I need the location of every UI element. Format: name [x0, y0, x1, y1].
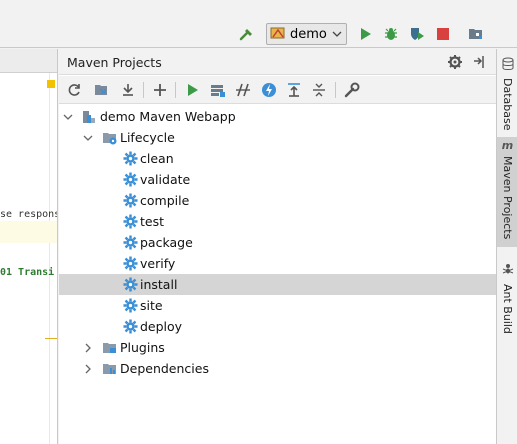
main-toolbar: demo — [0, 0, 517, 48]
maven-projects-tool-tab[interactable]: m Maven Projects — [497, 137, 517, 247]
maven-icon: m — [501, 139, 514, 152]
tree-node-goal-site[interactable]: site — [59, 295, 496, 316]
database-tool-tab[interactable]: Database — [497, 57, 517, 137]
gear-icon — [122, 151, 138, 167]
tree-node-goal-install[interactable]: install — [59, 274, 496, 295]
code-line: se respons — [0, 209, 58, 220]
execute-goal-icon[interactable] — [209, 81, 227, 99]
gear-icon — [122, 193, 138, 209]
code-line: 01 Transi — [0, 267, 55, 278]
tree-node-project[interactable]: demo Maven Webapp — [59, 106, 496, 127]
maven-project-icon — [81, 109, 97, 125]
gear-icon — [122, 319, 138, 335]
goal-label: install — [140, 277, 178, 292]
ant-build-tool-tab[interactable]: Ant Build — [497, 263, 517, 343]
show-dependencies-icon[interactable] — [285, 81, 303, 99]
panel-header: Maven Projects — [59, 49, 496, 75]
run-icon[interactable] — [357, 24, 375, 44]
editor-tab-strip — [0, 49, 57, 73]
code-editor[interactable]: se respons 01 Transi — [0, 49, 58, 444]
download-icon[interactable] — [119, 81, 137, 99]
gear-icon[interactable] — [447, 54, 463, 70]
coverage-icon[interactable] — [408, 24, 426, 44]
tree-node-lifecycle[interactable]: Lifecycle — [59, 127, 496, 148]
goal-label: test — [140, 214, 165, 229]
gear-icon — [122, 298, 138, 314]
toolbar-separator — [335, 82, 336, 98]
dependencies-folder-icon — [102, 361, 118, 377]
generate-sources-icon[interactable] — [93, 81, 111, 99]
run-configuration-dropdown[interactable]: demo — [266, 23, 347, 45]
add-icon[interactable] — [151, 81, 169, 99]
run-config-label: demo — [290, 26, 327, 42]
maven-projects-tree: demo Maven Webapp Lifecycle clean valida… — [59, 105, 496, 444]
tree-node-goal-test[interactable]: test — [59, 211, 496, 232]
database-tab-label: Database — [501, 78, 514, 131]
lifecycle-folder-icon — [102, 130, 118, 146]
database-icon — [502, 57, 514, 74]
panel-title: Maven Projects — [67, 55, 162, 70]
gear-icon — [122, 235, 138, 251]
caret-underline — [45, 338, 57, 339]
goal-label: compile — [140, 193, 190, 208]
tree-node-dependencies[interactable]: Dependencies — [59, 358, 496, 379]
goal-label: validate — [140, 172, 191, 187]
highlighted-line — [0, 221, 57, 243]
tree-node-goal-validate[interactable]: validate — [59, 169, 496, 190]
maven-tab-label: Maven Projects — [501, 156, 514, 240]
tree-node-plugins[interactable]: Plugins — [59, 337, 496, 358]
warning-marker[interactable] — [47, 80, 55, 88]
maven-toolbar — [59, 76, 496, 104]
hammer-icon[interactable] — [238, 24, 256, 44]
chevron-right-icon[interactable] — [83, 364, 93, 374]
wrench-icon[interactable] — [343, 81, 361, 99]
toggle-offline-icon[interactable] — [234, 81, 252, 99]
skip-tests-icon[interactable] — [260, 81, 278, 99]
chevron-right-icon[interactable] — [83, 343, 93, 353]
ant-icon — [502, 263, 514, 280]
project-label: demo Maven Webapp — [100, 109, 236, 124]
toolbar-separator — [143, 82, 144, 98]
tree-node-goal-deploy[interactable]: deploy — [59, 316, 496, 337]
run-config-icon — [270, 25, 286, 44]
goal-label: deploy — [140, 319, 183, 334]
gear-icon — [122, 214, 138, 230]
lifecycle-label: Lifecycle — [120, 130, 175, 145]
project-structure-icon[interactable] — [467, 24, 485, 44]
tree-node-goal-package[interactable]: package — [59, 232, 496, 253]
maven-projects-panel: Maven Projects demo Maven Webapp Lifecyc… — [59, 49, 496, 444]
chevron-down-icon[interactable] — [83, 133, 93, 143]
goal-label: package — [140, 235, 193, 250]
chevron-down-icon[interactable] — [63, 112, 73, 122]
editor-margin-line — [49, 73, 50, 444]
gear-icon — [122, 277, 138, 293]
hide-panel-icon[interactable] — [471, 54, 487, 70]
collapse-all-icon[interactable] — [310, 81, 328, 99]
tree-node-goal-verify[interactable]: verify — [59, 253, 496, 274]
gear-icon — [122, 256, 138, 272]
stop-icon[interactable] — [434, 24, 452, 44]
plugins-folder-icon — [102, 340, 118, 356]
reimport-icon[interactable] — [65, 81, 83, 99]
toolbar-separator — [175, 82, 176, 98]
plugins-label: Plugins — [120, 340, 165, 355]
goal-label: verify — [140, 256, 176, 271]
dependencies-label: Dependencies — [120, 361, 209, 376]
chevron-down-icon — [332, 27, 342, 44]
tree-node-goal-clean[interactable]: clean — [59, 148, 496, 169]
ant-tab-label: Ant Build — [501, 284, 514, 334]
goal-label: clean — [140, 151, 174, 166]
tree-node-goal-compile[interactable]: compile — [59, 190, 496, 211]
gear-icon — [122, 172, 138, 188]
debug-icon[interactable] — [382, 24, 400, 44]
right-tool-window-strip: Database m Maven Projects Ant Build — [496, 49, 517, 444]
run-goal-icon[interactable] — [184, 81, 202, 99]
goal-label: site — [140, 298, 163, 313]
